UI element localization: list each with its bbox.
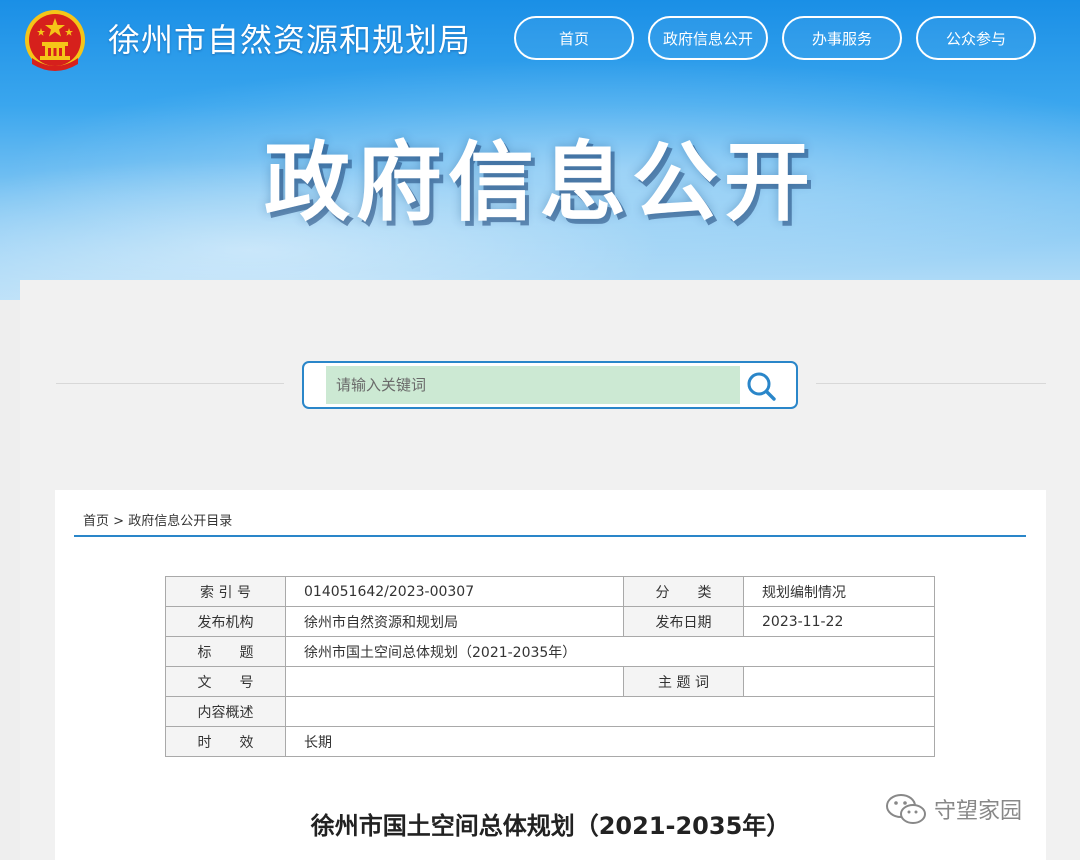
docno-value [285,666,624,697]
nav-gov-info[interactable]: 政府信息公开 [648,16,768,60]
breadcrumb-separator: > [109,514,129,529]
site-title[interactable]: 徐州市自然资源和规划局 [108,15,471,61]
breadcrumb-divider [74,535,1026,537]
summary-value [285,696,935,727]
keywords-label: 主 题 词 [623,666,744,697]
table-row: 内容概述 [165,696,935,727]
table-row: 文 号 主 题 词 [165,666,935,697]
search-box [302,361,798,409]
breadcrumb-current[interactable]: 政府信息公开目录 [128,514,232,529]
table-row: 标 题 徐州市国土空间总体规划（2021-2035年） [165,636,935,667]
nav-home[interactable]: 首页 [514,16,634,60]
national-emblem-icon [25,10,85,71]
category-value: 规划编制情况 [743,576,935,607]
nav-services[interactable]: 办事服务 [782,16,902,60]
header-banner: 徐州市自然资源和规划局 首页 政府信息公开 办事服务 公众参与 政府信息公开 [0,0,1080,300]
keywords-value [743,666,935,697]
breadcrumb-home[interactable]: 首页 [83,514,109,529]
date-value: 2023-11-22 [743,606,935,637]
publisher-value: 徐州市自然资源和规划局 [285,606,624,637]
table-row: 索 引 号 014051642/2023-00307 分 类 规划编制情况 [165,576,935,607]
summary-label: 内容概述 [165,696,286,727]
watermark: 守望家园 [884,792,1022,826]
nav-participation[interactable]: 公众参与 [916,16,1036,60]
validity-value: 长期 [285,726,935,757]
watermark-text: 守望家园 [934,799,1023,824]
table-row: 发布机构 徐州市自然资源和规划局 发布日期 2023-11-22 [165,606,935,637]
wechat-icon [886,794,926,824]
breadcrumb: 首页 > 政府信息公开目录 [83,510,232,529]
search-input[interactable] [326,366,740,404]
table-row: 时 效 长期 [165,726,935,757]
title-value: 徐州市国土空间总体规划（2021-2035年） [285,636,935,667]
publisher-label: 发布机构 [165,606,286,637]
title-label: 标 题 [165,636,286,667]
docno-label: 文 号 [165,666,286,697]
search-icon[interactable] [744,369,778,403]
search-divider-right [816,383,1046,384]
main-nav: 首页 政府信息公开 办事服务 公众参与 [514,16,1036,60]
category-label: 分 类 [623,576,744,607]
validity-label: 时 效 [165,726,286,757]
hero-title: 政府信息公开 [264,133,816,233]
search-divider-left [56,383,284,384]
index-label: 索 引 号 [165,576,286,607]
index-value: 014051642/2023-00307 [285,576,624,607]
document-metadata-table: 索 引 号 014051642/2023-00307 分 类 规划编制情况 发布… [165,576,935,757]
date-label: 发布日期 [623,606,744,637]
